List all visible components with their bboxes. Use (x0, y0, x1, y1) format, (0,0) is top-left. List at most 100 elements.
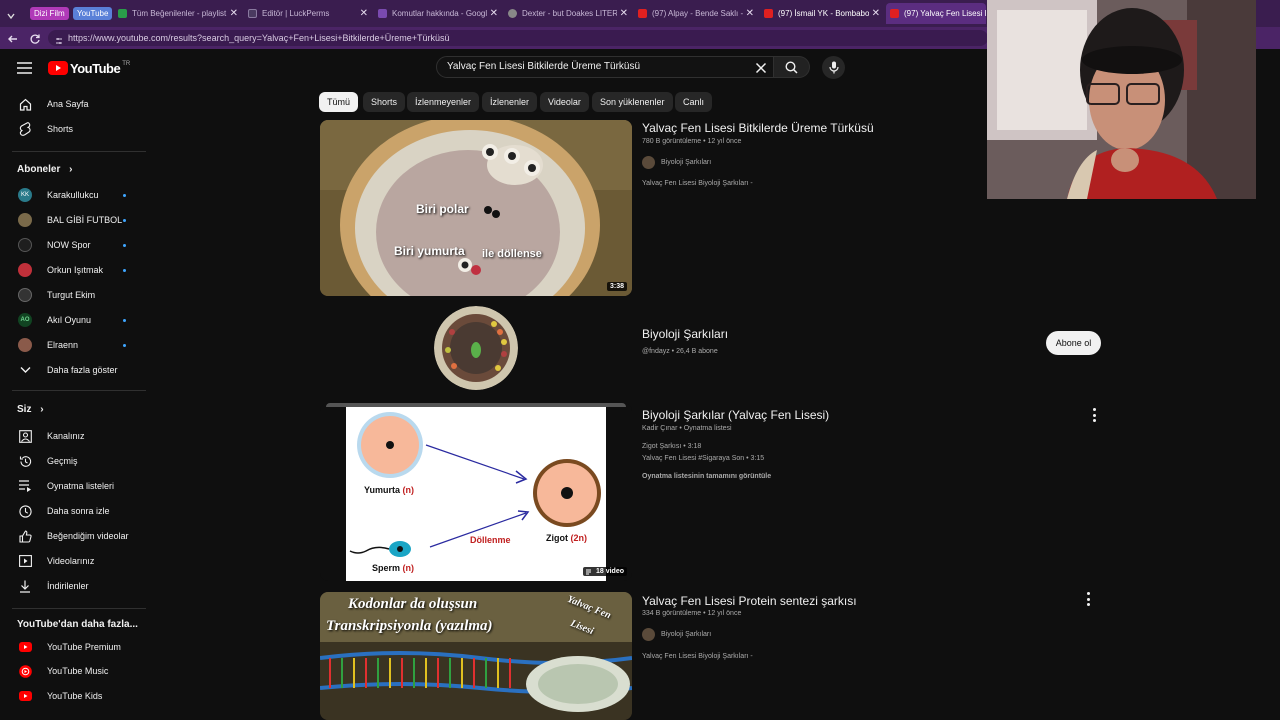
editor-icon (248, 9, 257, 18)
sidebar-sub-item[interactable]: Turgut Ekim (0, 284, 148, 306)
browser-tab[interactable]: Komutlar hakkında - Googl ✕ (374, 3, 502, 24)
sidebar-item-label: YouTube Kids (47, 691, 103, 701)
sidebar-item-your-videos[interactable]: Videolarınız (0, 550, 148, 572)
browser-tab[interactable]: (97) Alpay - Bende Saklı - ( ✕ (634, 3, 758, 24)
close-tab-icon[interactable]: ✕ (872, 8, 880, 19)
sidebar-show-more[interactable]: Daha fazla göster (0, 359, 148, 381)
close-tab-icon[interactable]: ✕ (230, 8, 238, 19)
sidebar-sub-item[interactable]: KK Karakullukcu (0, 184, 148, 206)
chip-all[interactable]: Tümü (319, 92, 359, 112)
search-icon (785, 60, 798, 74)
tab-group-youtube[interactable]: YouTube (73, 7, 113, 20)
view-full-playlist-link[interactable]: Oynatma listesinin tamamını görüntüle (642, 473, 771, 480)
sidebar-item-youtube-kids[interactable]: YouTube Kids (0, 685, 148, 707)
video-thumbnail[interactable]: Biri polar Biri yumurta ile döllense 3:3… (320, 120, 632, 296)
chip-shorts[interactable]: Shorts (363, 92, 406, 112)
like-icon (18, 529, 32, 543)
close-tab-icon[interactable]: ✕ (360, 8, 368, 19)
video-title[interactable]: Yalvaç Fen Lisesi Bitkilerde Üreme Türkü… (642, 121, 874, 135)
tab-list-chevron-icon[interactable] (6, 8, 16, 20)
voice-search-button[interactable] (822, 56, 845, 79)
subscriptions-heading[interactable]: Aboneler › (17, 164, 72, 175)
chip-recently-uploaded[interactable]: Son yüklenenler (592, 92, 673, 112)
playlist-count: 18 video (595, 568, 624, 575)
youtube-premium-icon (18, 640, 32, 654)
site-info-icon[interactable] (55, 34, 63, 44)
sidebar-sub-item[interactable]: AO Akıl Oyunu (0, 309, 148, 331)
playlist-item[interactable]: Zigot Şarkısı • 3:18 (642, 443, 701, 450)
tab-title: Editör | LuckPerms (262, 9, 330, 18)
video-channel[interactable]: Biyoloji Şarkıları (642, 156, 711, 169)
channel-icon (18, 429, 32, 443)
watch-later-icon (18, 504, 32, 518)
close-tab-icon[interactable]: ✕ (620, 8, 628, 19)
url-field[interactable]: https://www.youtube.com/results?search_q… (48, 30, 988, 46)
sidebar-item-shorts[interactable]: Shorts (0, 118, 148, 140)
sidebar-item-downloads[interactable]: İndirilenler (0, 575, 148, 597)
subscriptions-title: Aboneler (17, 164, 61, 175)
clear-search-icon[interactable] (755, 61, 767, 74)
close-tab-icon[interactable]: ✕ (490, 8, 498, 19)
video-channel[interactable]: Biyoloji Şarkıları (642, 628, 711, 641)
tab-group-dizi-film[interactable]: Dizi Film (30, 7, 69, 20)
chevron-right-icon: › (40, 404, 44, 415)
browser-tab[interactable]: Tüm Beğenilenler - playlist ✕ (114, 3, 242, 24)
sidebar-sub-item[interactable]: BAL GİBİ FUTBOL (0, 209, 148, 231)
sidebar-item-youtube-music[interactable]: YouTube Music (0, 660, 148, 682)
playlist-meta[interactable]: Kadir Çınar • Oynatma listesi (642, 425, 732, 432)
chip-videos[interactable]: Videolar (540, 92, 589, 112)
video-meta: 334 B görüntüleme • 12 yıl önce (642, 610, 742, 617)
subscribe-button[interactable]: Abone ol (1046, 331, 1101, 355)
sidebar-item-your-channel[interactable]: Kanalınız (0, 425, 148, 447)
sidebar-item-playlists[interactable]: Oynatma listeleri (0, 475, 148, 497)
search-input[interactable]: Yalvaç Fen Lisesi Bitkilerde Üreme Türkü… (436, 56, 774, 78)
channel-name[interactable]: Biyoloji Şarkıları (642, 327, 728, 341)
chip-watched[interactable]: İzlenenler (482, 92, 538, 112)
sidebar-item-label: Geçmiş (47, 456, 78, 466)
playlist-title[interactable]: Biyoloji Şarkılar (Yalvaç Fen Lisesi) (642, 408, 829, 422)
playlist-item[interactable]: Yalvaç Fen Lisesi #Sigaraya Son • 3:15 (642, 455, 764, 462)
youtube-kids-icon (18, 689, 32, 703)
sidebar-item-label: Karakullukcu (47, 190, 99, 200)
channel-avatar (642, 628, 655, 641)
sidebar-item-liked-videos[interactable]: Beğendiğim videolar (0, 525, 148, 547)
sidebar-divider (12, 608, 146, 609)
new-content-dot (123, 193, 126, 197)
reload-icon[interactable] (29, 32, 41, 44)
sidebar-sub-item[interactable]: Orkun Işıtmak (0, 259, 148, 281)
video-meta: 780 B görüntüleme • 12 yıl önce (642, 138, 742, 145)
you-heading[interactable]: Siz › (17, 404, 44, 415)
streamer-webcam-image (987, 0, 1256, 199)
chip-live[interactable]: Canlı (675, 92, 713, 112)
close-tab-icon[interactable]: ✕ (746, 8, 754, 19)
sidebar-item-history[interactable]: Geçmiş (0, 450, 148, 472)
thumbnail-caption: Kodonlar da oluşsun (348, 596, 478, 612)
sidebar-item-label: Kanalınız (47, 431, 85, 441)
search-button[interactable] (774, 56, 810, 78)
more-actions-icon[interactable] (1086, 592, 1090, 606)
sidebar-item-watch-later[interactable]: Daha sonra izle (0, 500, 148, 522)
more-actions-icon[interactable] (1092, 408, 1096, 422)
sidebar-item-label: Elraenn (47, 340, 79, 350)
chip-unwatched[interactable]: İzlenmeyenler (407, 92, 480, 112)
sidebar-sub-item[interactable]: Elraenn (0, 334, 148, 356)
browser-tab-active[interactable]: (97) Yalvaç Fen Lisesi Bitk (886, 3, 986, 24)
sidebar-sub-item[interactable]: NOW Spor (0, 234, 148, 256)
sidebar-item-youtube-premium[interactable]: YouTube Premium (0, 636, 148, 658)
tab-title: (97) Yalvaç Fen Lisesi Bitk (904, 9, 986, 18)
new-content-dot (123, 318, 126, 322)
video-thumbnail[interactable]: Kodonlar da oluşsun Transkripsiyonla (ya… (320, 592, 632, 720)
browser-tab[interactable]: Dexter - but Doakes LITERA ✕ (504, 3, 632, 24)
browser-tab[interactable]: Editör | LuckPerms ✕ (244, 3, 372, 24)
thumbnail-caption: ile döllense (482, 248, 542, 260)
sidebar-divider (12, 390, 146, 391)
new-content-dot (123, 243, 126, 247)
back-icon[interactable] (7, 32, 19, 44)
browser-tab[interactable]: (97) İsmail YK - Bombabom ✕ (760, 3, 884, 24)
sidebar-item-home[interactable]: Ana Sayfa (0, 93, 148, 115)
video-title[interactable]: Yalvaç Fen Lisesi Protein sentezi şarkıs… (642, 594, 857, 608)
new-content-dot (123, 268, 126, 272)
playlist-thumbnail[interactable]: Yumurta (n) Döllenme Zigot (2n) Sperm (n… (320, 403, 632, 581)
channel-avatar-large[interactable] (434, 306, 518, 390)
channel-handle: @fndayz • 26,4 B abone (642, 348, 718, 355)
